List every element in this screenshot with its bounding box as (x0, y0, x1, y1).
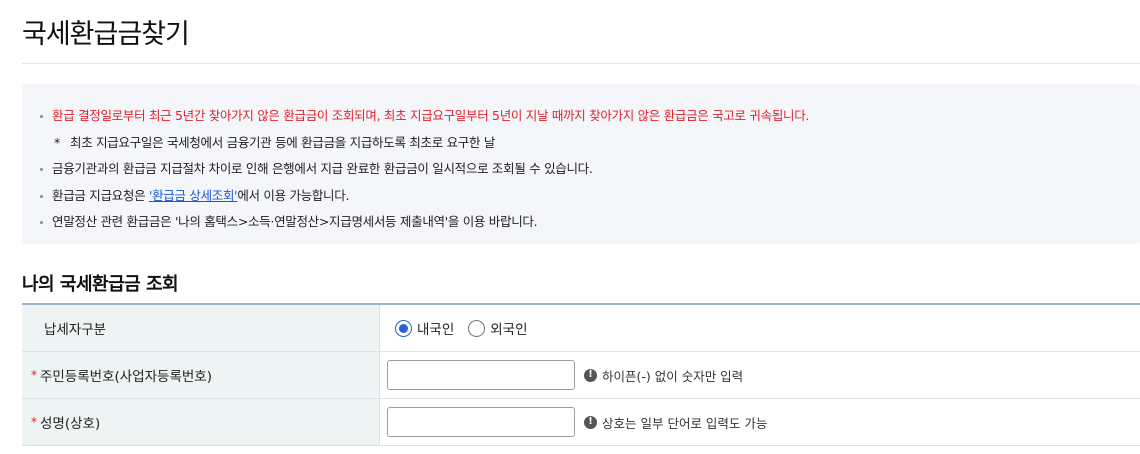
notice-text: 최초 지급요구일은 국세청에서 금융기관 등에 환급금을 지급하도록 최초로 요… (70, 134, 496, 150)
radio-label: 내국인 (417, 322, 455, 338)
section-title: 나의 국세환급금 조회 (22, 274, 179, 295)
notice-text: 환급 결정일로부터 최근 5년간 찾아가지 않은 환급금이 조회되며, 최초 지… (52, 108, 810, 123)
info-icon: ! (584, 415, 597, 429)
name-cell: ! 상호는 일부 단어로 입력도 가능 (380, 399, 1140, 445)
notice-item: 연말정산 관련 환급금은 '나의 홈택스>소득·연말정산>지급명세서등 제출내역… (40, 209, 809, 236)
page-title: 국세환급금찾기 (22, 19, 190, 50)
resident-number-label: * 주민등록번호(사업자등록번호) (22, 352, 380, 398)
notice-list: 환급 결정일로부터 최근 5년간 찾아가지 않은 환급금이 조회되며, 최초 지… (40, 103, 809, 236)
notice-subitem: * 최초 지급요구일은 국세청에서 금융기관 등에 환급금을 지급하도록 최초로… (40, 130, 809, 157)
hint-text: 하이픈(-) 없이 숫자만 입력 (602, 368, 744, 384)
info-icon: ! (584, 368, 597, 382)
refund-detail-link[interactable]: '환급금 상세조회' (149, 188, 238, 203)
taxpayer-type-row: 납세자구분 내국인 외국인 (22, 305, 1140, 352)
radio-domestic[interactable]: 내국인 (395, 318, 454, 338)
notice-item: 금융기관과의 환급금 지급절차 차이로 인해 은행에서 지급 완료한 환급금이 … (40, 156, 809, 183)
bullet-icon (40, 194, 43, 198)
required-mark: * (31, 415, 37, 429)
resident-number-cell: ! 하이픈(-) 없이 숫자만 입력 (380, 352, 1140, 398)
name-hint: ! 상호는 일부 단어로 입력도 가능 (584, 413, 767, 432)
radio-unchecked-icon[interactable] (468, 319, 486, 337)
name-input[interactable] (387, 407, 575, 437)
notice-text: 연말정산 관련 환급금은 '나의 홈택스>소득·연말정산>지급명세서등 제출내역… (52, 214, 538, 229)
notice-item: 환급금 지급요청은 '환급금 상세조회'에서 이용 가능합니다. (40, 183, 809, 210)
notice-item: 환급 결정일로부터 최근 5년간 찾아가지 않은 환급금이 조회되며, 최초 지… (40, 103, 809, 130)
radio-label: 외국인 (490, 322, 528, 338)
name-row: * 성명(상호) ! 상호는 일부 단어로 입력도 가능 (22, 399, 1140, 446)
lookup-form: 납세자구분 내국인 외국인 * 주민등록번호(사업자등록번호) ! 하이픈(-)… (22, 303, 1140, 446)
name-label: * 성명(상호) (22, 399, 380, 445)
bullet-icon (40, 115, 43, 118)
label-text: 성명(상호) (40, 416, 101, 432)
required-mark: * (31, 368, 37, 382)
taxpayer-type-options: 내국인 외국인 (380, 305, 1140, 351)
resident-number-row: * 주민등록번호(사업자등록번호) ! 하이픈(-) 없이 숫자만 입력 (22, 352, 1140, 399)
bullet-icon (40, 221, 43, 224)
notice-text: 금융기관과의 환급금 지급절차 차이로 인해 은행에서 지급 완료한 환급금이 … (52, 161, 593, 176)
taxpayer-type-label: 납세자구분 (22, 305, 380, 351)
label-text: 주민등록번호(사업자등록번호) (40, 369, 212, 385)
resident-number-hint: ! 하이픈(-) 없이 숫자만 입력 (584, 366, 743, 385)
resident-number-input[interactable] (387, 360, 575, 390)
notice-text: 에서 이용 가능합니다. (237, 187, 350, 203)
title-divider (22, 63, 1140, 64)
asterisk-icon: * (54, 134, 60, 150)
hint-text: 상호는 일부 단어로 입력도 가능 (602, 415, 768, 431)
bullet-icon (40, 168, 43, 171)
notice-text: 환급금 지급요청은 (52, 187, 149, 203)
notice-box: 환급 결정일로부터 최근 5년간 찾아가지 않은 환급금이 조회되며, 최초 지… (22, 84, 1140, 244)
radio-foreigner[interactable]: 외국인 (468, 318, 528, 338)
radio-checked-icon[interactable] (395, 319, 412, 337)
